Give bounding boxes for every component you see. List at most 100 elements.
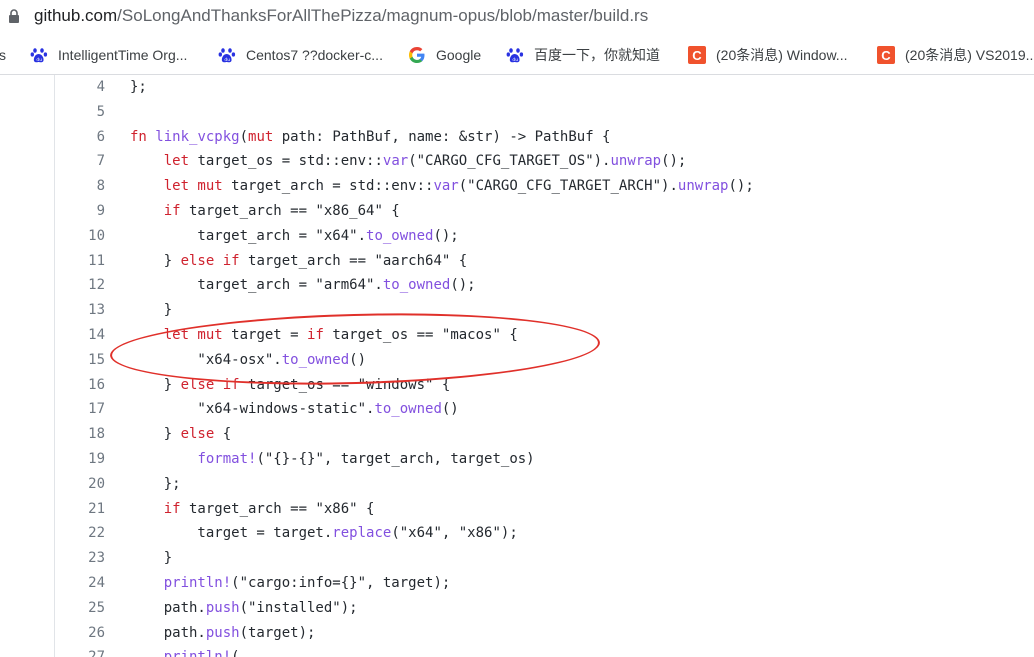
code-token: }; <box>130 475 181 492</box>
code-token: link_vcpkg <box>155 128 240 145</box>
line-number[interactable]: 24 <box>55 571 105 596</box>
csdn-c-icon: C <box>877 46 895 64</box>
line-number[interactable]: 25 <box>55 596 105 621</box>
code-text: }; <box>130 75 147 100</box>
code-token: ("installed"); <box>239 599 358 616</box>
bookmark-label: 百度一下，你就知道 <box>534 47 660 63</box>
code-token: var <box>433 178 459 195</box>
svg-text:du: du <box>512 57 518 63</box>
line-number[interactable]: 13 <box>55 298 105 323</box>
bookmark-baidu[interactable]: du 百度一下，你就知道 <box>506 36 660 74</box>
line-number[interactable]: 14 <box>55 323 105 348</box>
code-token: println! <box>163 575 232 591</box>
bookmark-partial[interactable]: s <box>0 36 6 74</box>
code-token: println! <box>164 649 231 657</box>
line-number[interactable]: 17 <box>55 397 105 422</box>
code-token: } <box>130 376 181 393</box>
line-number[interactable]: 9 <box>55 199 105 224</box>
code-token: (); <box>450 277 476 294</box>
code-token: "x64-windows-static". <box>130 401 375 418</box>
code-text: }; <box>130 472 181 497</box>
code-text: } else if target_arch == "aarch64" { <box>130 249 467 274</box>
code-token: replace <box>332 525 392 542</box>
line-number[interactable]: 27 <box>55 645 105 657</box>
bookmark-intelligenttime[interactable]: du IntelligentTime Org... <box>30 36 187 74</box>
code-text: path.push(target); <box>130 621 316 646</box>
code-text: if target_arch == "x86_64" { <box>130 199 400 224</box>
line-number[interactable]: 10 <box>55 224 105 249</box>
line-number[interactable]: 6 <box>55 125 105 150</box>
code-token: ("CARGO_CFG_TARGET_ARCH"). <box>458 178 678 195</box>
bookmark-google[interactable]: Google <box>408 36 481 74</box>
line-number[interactable]: 22 <box>55 521 105 546</box>
code-token: target_arch == "x86_64" { <box>180 203 400 219</box>
code-token: path. <box>130 624 206 641</box>
code-token: target_arch = "arm64". <box>130 277 383 294</box>
bookmark-csdn-windows[interactable]: C (20条消息) Window... <box>688 36 847 74</box>
address-bar[interactable]: github.com/SoLongAndThanksForAllThePizza… <box>0 0 1034 36</box>
line-number[interactable]: 7 <box>55 149 105 174</box>
baidu-paw-icon: du <box>218 46 236 64</box>
bookmark-label: (20条消息) VS2019... <box>905 47 1034 63</box>
bookmark-centos7[interactable]: du Centos7 ??docker-c... <box>218 36 383 74</box>
bookmark-label: Google <box>436 47 482 63</box>
code-token: } <box>130 426 181 443</box>
code-token: else <box>180 426 215 443</box>
code-token: mut <box>248 128 274 145</box>
csdn-c-letter: C <box>877 46 895 64</box>
line-number[interactable]: 20 <box>55 472 105 497</box>
url-text[interactable]: github.com/SoLongAndThanksForAllThePizza… <box>34 6 648 26</box>
code-token: to_owned <box>281 351 350 368</box>
line-number[interactable]: 5 <box>55 100 105 125</box>
lock-icon[interactable] <box>8 9 20 23</box>
code-token: target_os == "windows" { <box>239 376 451 393</box>
line-number[interactable]: 4 <box>55 75 105 100</box>
line-number[interactable]: 21 <box>55 497 105 522</box>
line-number[interactable]: 19 <box>55 447 105 472</box>
code-token: to_owned <box>382 277 451 294</box>
code-token: target_arch == "aarch64" { <box>239 252 468 269</box>
code-token: unwrap <box>677 178 729 195</box>
line-number[interactable]: 15 <box>55 348 105 373</box>
bookmark-label: Centos7 ??docker-c... <box>246 47 383 63</box>
line-number[interactable]: 16 <box>55 373 105 398</box>
line-number[interactable]: 8 <box>55 174 105 199</box>
code-token: } <box>130 302 173 319</box>
code-token: (target); <box>239 624 316 641</box>
code-token: if <box>307 327 324 343</box>
code-token: ("cargo:info={}", target); <box>231 575 451 591</box>
code-token: target_arch = "x64". <box>130 227 367 244</box>
code-token: ("CARGO_CFG_TARGET_OS"). <box>408 153 611 170</box>
code-text: } else if target_os == "windows" { <box>130 373 451 398</box>
code-token: }; <box>130 79 147 95</box>
code-token: to_owned <box>374 401 442 418</box>
baidu-paw-icon: du <box>30 46 48 64</box>
code-token: let mut <box>163 327 223 343</box>
code-viewer[interactable]: 4}; 5 6 fn link_vcpkg(mut path: PathBuf, na… <box>0 75 1034 657</box>
line-number[interactable]: 23 <box>55 546 105 571</box>
url-host: github.com <box>34 6 118 25</box>
line-number[interactable]: 26 <box>55 621 105 646</box>
line-number[interactable]: 18 <box>55 422 105 447</box>
code-text: println!("cargo:info={}", target); <box>130 571 451 596</box>
line-number[interactable]: 12 <box>55 273 105 298</box>
code-token: } <box>130 550 173 567</box>
code-token: ("{}-{}", target_arch, target_os) <box>256 451 535 467</box>
code-token: target_arch == "x86" { <box>180 500 375 517</box>
code-text: } <box>130 298 172 323</box>
line-number[interactable]: 11 <box>55 249 105 274</box>
code-token: target_arch = std::env:: <box>222 178 434 195</box>
code-token: (); <box>661 153 687 170</box>
code-token: format! <box>197 451 257 467</box>
svg-text:du: du <box>36 57 42 63</box>
bookmark-label: s <box>0 47 6 63</box>
code-text: "x64-osx".to_owned() <box>130 348 366 373</box>
bookmark-csdn-vs2019[interactable]: C (20条消息) VS2019... <box>877 36 1034 74</box>
